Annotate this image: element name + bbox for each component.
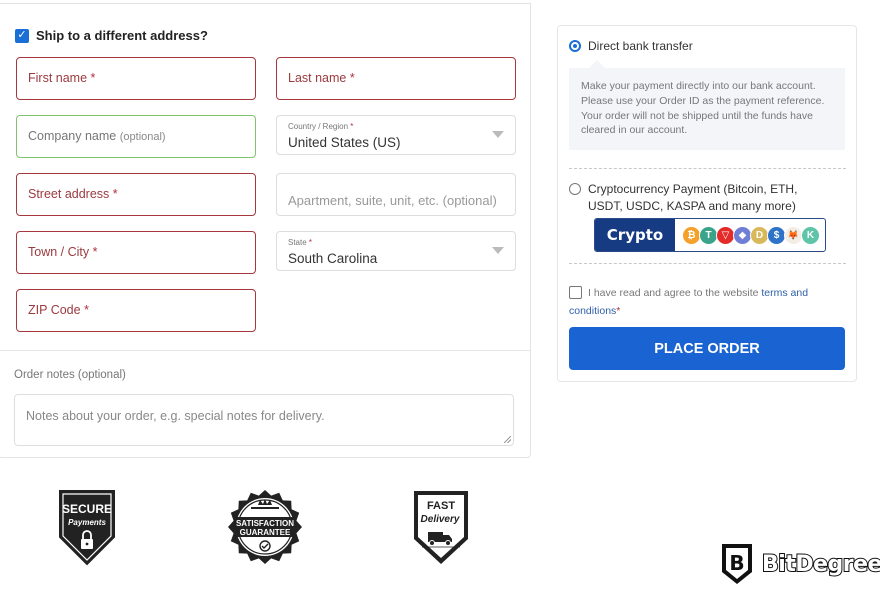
- svg-text:B: B: [729, 551, 744, 575]
- required-asterisk: *: [90, 71, 96, 85]
- badge-line1: SATISFACTION: [236, 519, 294, 528]
- dashed-divider: [569, 168, 846, 169]
- shield-lock-icon: SECURE Payments: [59, 490, 115, 566]
- brand-name: BitDegree: [761, 551, 880, 578]
- section-divider: [0, 350, 530, 351]
- state-label: State: [288, 238, 307, 247]
- state-value: South Carolina: [288, 251, 378, 266]
- terms-checkbox[interactable]: [569, 286, 582, 299]
- payment-panel: Direct bank transfer Make your payment d…: [557, 25, 857, 382]
- apartment-field[interactable]: Apartment, suite, unit, etc. (optional): [276, 173, 516, 216]
- optional-hint: (optional): [119, 131, 166, 143]
- required-asterisk: *: [92, 245, 98, 259]
- order-notes-textarea[interactable]: Notes about your order, e.g. special not…: [14, 394, 514, 446]
- badge-line1: FAST: [427, 500, 455, 512]
- last-name-placeholder: Last name: [288, 71, 347, 85]
- terms-text: I have read and agree to the website: [588, 287, 762, 299]
- first-name-placeholder: First name: [28, 71, 88, 85]
- ship-different-label: Ship to a different address?: [36, 28, 208, 43]
- required-asterisk: *: [616, 305, 621, 317]
- crypto-banner: Crypto ₿ T ▽ ◆ D $ 🦊 K: [594, 218, 826, 252]
- bank-transfer-label: Direct bank transfer: [588, 39, 693, 53]
- delivery-truck-icon: FAST Delivery: [414, 491, 468, 564]
- country-value: United States (US): [288, 135, 401, 150]
- badge-line1: SECURE: [62, 502, 112, 516]
- state-select[interactable]: State * South Carolina: [276, 231, 516, 271]
- zip-code-placeholder: ZIP Code: [28, 303, 81, 317]
- seal-check-icon: SATISFACTION GUARANTEE: [228, 490, 302, 564]
- country-label: Country / Region: [288, 122, 349, 131]
- required-asterisk: *: [112, 187, 118, 201]
- secure-payments-badge: SECURE Payments: [54, 487, 120, 572]
- resize-handle[interactable]: [504, 436, 511, 443]
- place-order-button[interactable]: PLACE ORDER: [569, 327, 845, 370]
- badge-line2: GUARANTEE: [240, 528, 291, 537]
- kaspa-coin-icon: K: [801, 225, 820, 245]
- last-name-field[interactable]: Last name *: [276, 57, 516, 100]
- bitdegree-shield-icon: B: [722, 544, 752, 584]
- first-name-field[interactable]: First name *: [16, 57, 256, 100]
- bitdegree-logo: B BitDegree: [720, 542, 880, 586]
- company-name-placeholder: Company name: [28, 129, 117, 143]
- town-city-field[interactable]: Town / City *: [16, 231, 256, 274]
- terms-row: I have read and agree to the website ter…: [569, 284, 839, 320]
- order-notes-label: Order notes (optional): [14, 369, 126, 381]
- ship-different-row[interactable]: ✓ Ship to a different address?: [15, 28, 208, 43]
- satisfaction-guarantee-badge: SATISFACTION GUARANTEE: [227, 487, 303, 572]
- dropdown-caret-icon: [492, 131, 504, 138]
- zip-code-field[interactable]: ZIP Code *: [16, 289, 256, 332]
- required-asterisk: *: [308, 238, 313, 247]
- crypto-coin-list: ₿ T ▽ ◆ D $ 🦊 K: [675, 219, 820, 251]
- bank-transfer-description: Make your payment directly into our bank…: [569, 60, 845, 150]
- ship-different-checkbox[interactable]: ✓: [15, 28, 29, 43]
- dashed-divider: [569, 263, 846, 264]
- required-asterisk: *: [350, 122, 354, 131]
- dropdown-caret-icon: [492, 247, 504, 254]
- crypto-label: Cryptocurrency Payment (Bitcoin, ETH, US…: [588, 182, 798, 213]
- required-asterisk: *: [349, 71, 355, 85]
- order-notes-placeholder: Notes about your order, e.g. special not…: [26, 409, 325, 423]
- bank-transfer-radio[interactable]: [569, 40, 581, 52]
- fast-delivery-badge: FAST Delivery: [408, 487, 474, 572]
- apartment-placeholder: Apartment, suite, unit, etc. (optional): [288, 193, 497, 208]
- crypto-banner-word: Crypto: [595, 219, 675, 251]
- town-city-placeholder: Town / City: [28, 245, 90, 259]
- payment-option-bank-transfer[interactable]: Direct bank transfer: [569, 39, 693, 53]
- shipping-form-panel: ✓ Ship to a different address? First nam…: [0, 3, 531, 458]
- badge-line2: Payments: [68, 518, 106, 527]
- company-name-field[interactable]: Company name (optional): [16, 115, 256, 158]
- badge-line2: Delivery: [421, 514, 460, 525]
- required-asterisk: *: [84, 303, 89, 317]
- country-select[interactable]: Country / Region * United States (US): [276, 115, 516, 155]
- crypto-radio[interactable]: [569, 183, 581, 195]
- street-address-placeholder: Street address: [28, 187, 110, 201]
- street-address-field[interactable]: Street address *: [16, 173, 256, 216]
- payment-option-crypto[interactable]: Cryptocurrency Payment (Bitcoin, ETH, US…: [569, 181, 828, 215]
